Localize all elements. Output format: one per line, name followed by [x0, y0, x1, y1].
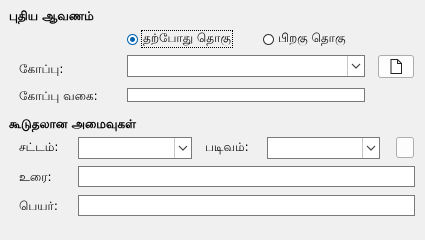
file-label: கோப்பு: [19, 62, 64, 76]
radio-button[interactable] [263, 33, 274, 45]
form-options-button[interactable] [396, 137, 414, 158]
frame-label: சட்டம்: [19, 140, 59, 154]
radio-button-selected[interactable] [127, 33, 138, 45]
new-document-heading: புதிய ஆவணம் [9, 9, 94, 23]
file-combobox-value [128, 56, 347, 76]
name-label: பெயர்: [19, 199, 58, 213]
file-type-field[interactable] [127, 88, 365, 102]
text-label: உரை: [19, 170, 52, 184]
radio-edit-now-label: தற்போது தொகு [141, 30, 233, 48]
radio-edit-later-label: பிறகு தொகு [278, 31, 346, 45]
text-input[interactable] [78, 166, 415, 187]
form-combobox-value [268, 138, 362, 158]
file-combobox[interactable] [127, 55, 365, 77]
additional-settings-heading: கூடுதலான அமைவுகள் [9, 117, 136, 131]
name-input[interactable] [78, 195, 415, 216]
chevron-down-icon[interactable] [347, 56, 364, 76]
frame-combobox[interactable] [78, 137, 192, 159]
chevron-down-icon[interactable] [174, 138, 191, 158]
file-type-label: கோப்பு வகை: [19, 89, 98, 103]
file-browse-button[interactable] [378, 55, 414, 78]
frame-combobox-value [79, 138, 174, 158]
radio-edit-later[interactable]: பிறகு தொகு [263, 31, 346, 47]
form-combobox[interactable] [267, 137, 380, 159]
chevron-down-icon[interactable] [362, 138, 379, 158]
form-label: படிவம்: [205, 140, 249, 154]
document-icon [390, 59, 402, 74]
radio-edit-now[interactable]: தற்போது தொகு [127, 30, 233, 48]
